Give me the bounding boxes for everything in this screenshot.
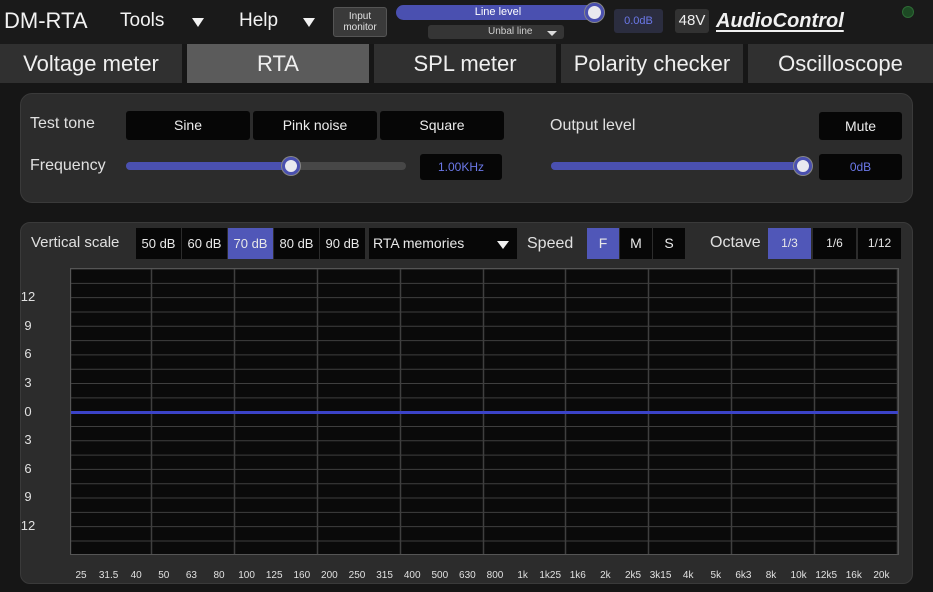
y-tick-label: 12 [20,289,36,304]
rta-memories-select[interactable]: RTA memories [369,228,517,259]
tab-polarity-checker[interactable]: Polarity checker [561,44,743,83]
scale-70db-button[interactable]: 70 dB [228,228,273,259]
x-tick-label: 6k3 [735,570,752,581]
chevron-down-icon[interactable] [547,31,557,36]
x-tick-label: 100 [238,570,255,581]
y-tick-label: 3 [24,374,32,390]
x-tick-label: 80 [213,570,225,581]
output-level-label: Output level [550,117,636,134]
octave-twelfth-button[interactable]: 1/12 [858,228,901,259]
octave-sixth-button[interactable]: 1/6 [813,228,856,259]
test-tone-panel: Test tone Sine Pink noise Square Frequen… [20,93,913,203]
input-monitor-button[interactable]: Input monitor [333,7,387,37]
tone-square-button[interactable]: Square [380,111,504,140]
y-tick-label: 0 [24,403,32,419]
scale-80db-button[interactable]: 80 dB [274,228,319,259]
y-tick-label: 9 [24,317,32,333]
x-tick-label: 250 [348,570,366,581]
scale-60db-button[interactable]: 60 dB [182,228,227,259]
scale-50db-button[interactable]: 50 dB [136,228,181,259]
tone-sine-button[interactable]: Sine [126,111,250,140]
input-level-slider-handle[interactable] [585,3,604,22]
x-tick-label: 200 [321,570,338,581]
x-tick-label: 2k [600,570,611,581]
rta-plot [70,268,899,555]
x-tick-label: 40 [130,570,142,581]
app-title: DM-RTA [4,8,88,33]
brand-logo: AudioControl [716,10,844,32]
vertical-scale-label: Vertical scale [31,234,120,251]
x-tick-label: 63 [185,570,197,581]
x-tick-label: 3k15 [649,570,672,581]
x-tick-label: 315 [376,570,393,581]
tab-voltage-meter[interactable]: Voltage meter [0,44,182,83]
test-tone-label: Test tone [30,115,95,132]
x-tick-label: 12k5 [815,570,838,581]
x-tick-label: 50 [158,570,170,581]
frequency-readout: 1.00KHz [420,154,502,180]
output-level-slider-fill [551,162,803,170]
x-tick-label: 8k [765,570,777,581]
menu-help[interactable]: Help [239,10,278,32]
mute-button[interactable]: Mute [819,112,902,140]
phantom-power-button[interactable]: 48V [675,9,709,33]
tone-pink-noise-button[interactable]: Pink noise [253,111,377,140]
x-tick-label: 800 [486,570,504,581]
input-type-select[interactable]: Unbal line [428,25,564,39]
x-tick-label: 1k6 [569,570,586,581]
gain-readout: 0.0dB [614,9,663,33]
x-tick-label: 2k5 [624,570,642,581]
output-level-readout: 0dB [819,154,902,180]
x-tick-label: 25 [75,570,87,581]
x-tick-label: 630 [459,570,476,581]
status-led-icon [902,6,914,18]
speed-label: Speed [527,235,574,252]
x-tick-label: 20k [873,570,890,581]
y-tick-label: 9 [24,489,32,505]
y-tick-label: 6 [24,346,32,362]
y-tick-label: 3 [24,432,32,448]
chevron-down-icon[interactable] [192,18,204,27]
y-tick-label: 6 [24,460,32,476]
x-tick-label: 4k [682,570,694,581]
top-menu-bar: DM-RTA Tools Help Input monitor Line lev… [0,0,933,44]
frequency-slider-handle[interactable] [282,157,300,175]
x-tick-label: 16k [845,570,862,581]
input-level-slider[interactable]: Line level [396,5,600,20]
x-tick-label: 1k25 [539,570,562,581]
output-level-slider-handle[interactable] [794,157,812,175]
frequency-slider-fill [126,162,291,170]
x-tick-label: 500 [431,570,449,581]
tab-bar: Voltage meter RTA SPL meter Polarity che… [0,44,933,83]
x-tick-label: 160 [293,570,311,581]
menu-tools[interactable]: Tools [120,10,164,32]
x-tick-label: 125 [265,570,283,581]
x-tick-label: 1k [517,570,528,581]
scale-90db-button[interactable]: 90 dB [320,228,365,259]
x-tick-label: 31.5 [98,570,119,581]
tab-spl-meter[interactable]: SPL meter [374,44,556,83]
chevron-down-icon[interactable] [303,18,315,27]
x-tick-label: 400 [403,570,421,581]
y-tick-label: 12 [20,518,36,533]
rta-memories-label: RTA memories [373,235,465,251]
x-tick-label: 5k [710,570,722,581]
chevron-down-icon [497,241,509,249]
speed-fast-button[interactable]: F [587,228,619,259]
tab-oscilloscope[interactable]: Oscilloscope [748,44,933,83]
speed-medium-button[interactable]: M [620,228,652,259]
x-tick-label: 10k [790,570,807,581]
octave-third-button[interactable]: 1/3 [768,228,811,259]
octave-label: Octave [710,234,761,251]
frequency-label: Frequency [30,157,106,174]
tab-rta[interactable]: RTA [187,44,369,83]
speed-slow-button[interactable]: S [653,228,685,259]
